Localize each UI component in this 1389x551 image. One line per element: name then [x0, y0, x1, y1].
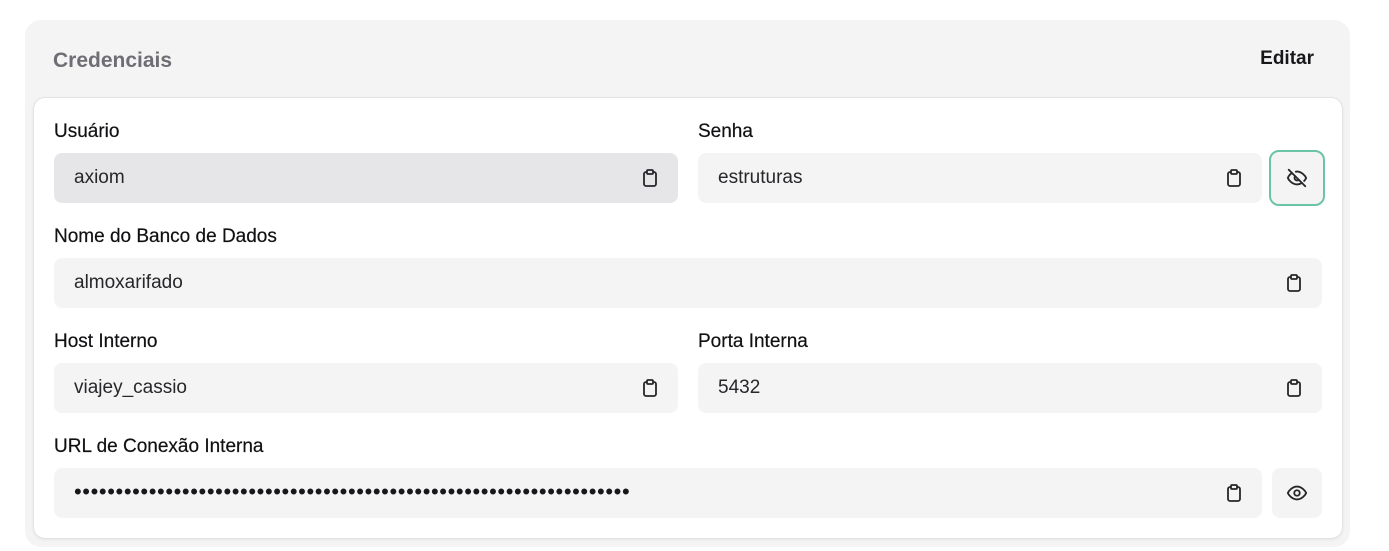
clipboard-icon [643, 169, 657, 187]
usuario-value: axiom [74, 167, 125, 188]
copy-url-button[interactable] [1222, 481, 1246, 505]
senha-value: estruturas [718, 167, 803, 188]
banco-field[interactable]: almoxarifado [54, 258, 1322, 308]
banco-label: Nome do Banco de Dados [54, 226, 277, 247]
senha-label: Senha [698, 121, 753, 142]
host-field[interactable]: viajey_cassio [54, 363, 678, 413]
usuario-field[interactable]: axiom [54, 153, 678, 203]
copy-senha-button[interactable] [1222, 166, 1246, 190]
url-value: ••••••••••••••••••••••••••••••••••••••••… [74, 479, 631, 504]
banco-value: almoxarifado [74, 272, 183, 293]
toggle-url-visibility-button[interactable] [1272, 468, 1322, 518]
credentials-card: Credenciais Editar Usuário axiom Senha e… [25, 20, 1350, 547]
clipboard-icon [643, 379, 657, 397]
eye-off-icon [1286, 168, 1308, 188]
clipboard-icon [1287, 274, 1301, 292]
copy-banco-button[interactable] [1282, 271, 1306, 295]
card-header: Credenciais Editar [25, 20, 1350, 98]
senha-field[interactable]: estruturas [698, 153, 1262, 203]
url-field[interactable]: ••••••••••••••••••••••••••••••••••••••••… [54, 468, 1262, 518]
host-value: viajey_cassio [74, 377, 187, 398]
porta-field[interactable]: 5432 [698, 363, 1322, 413]
porta-value: 5432 [718, 377, 761, 398]
clipboard-icon [1287, 379, 1301, 397]
copy-usuario-button[interactable] [638, 166, 662, 190]
eye-icon [1286, 485, 1308, 501]
clipboard-icon [1227, 169, 1241, 187]
copy-host-button[interactable] [638, 376, 662, 400]
toggle-senha-visibility-button[interactable] [1269, 150, 1325, 206]
url-label: URL de Conexão Interna [54, 436, 264, 457]
usuario-label: Usuário [54, 121, 120, 142]
credentials-panel: Usuário axiom Senha estruturas Nome do B… [33, 97, 1343, 539]
card-title: Credenciais [53, 49, 173, 72]
porta-label: Porta Interna [698, 331, 808, 352]
clipboard-icon [1227, 484, 1241, 502]
host-label: Host Interno [54, 331, 158, 352]
edit-button[interactable]: Editar [1260, 48, 1314, 70]
copy-porta-button[interactable] [1282, 376, 1306, 400]
